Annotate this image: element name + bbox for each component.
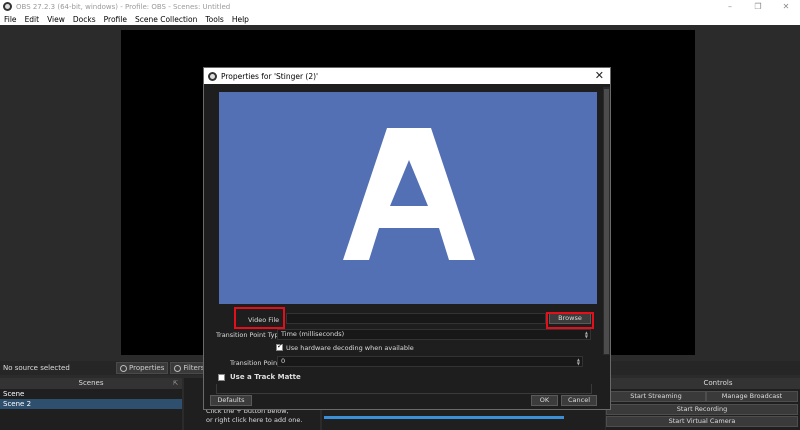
menu-help[interactable]: Help	[228, 15, 253, 24]
transition-point-label: Transition Point	[230, 359, 280, 367]
cancel-button[interactable]: Cancel	[561, 395, 597, 406]
menu-edit[interactable]: Edit	[21, 15, 44, 24]
properties-button[interactable]: Properties	[116, 362, 169, 374]
transition-point-type-value: Time (milliseconds)	[281, 330, 345, 338]
sources-hint-line: or right click here to add one.	[206, 416, 303, 424]
preview-letter-a-graphic	[343, 128, 475, 260]
hw-decoding-label: Use hardware decoding when available	[286, 344, 414, 352]
controls-dock-header: Controls	[606, 378, 800, 389]
window-title: OBS 27.2.3 (64-bit, windows) - Profile: …	[16, 2, 231, 11]
dialog-titlebar: Properties for 'Stinger (2)' ✕	[204, 68, 610, 84]
manage-broadcast-button[interactable]: Manage Broadcast	[706, 391, 798, 402]
hw-decoding-checkbox[interactable]	[276, 342, 283, 351]
minimize-icon[interactable]: –	[716, 0, 744, 13]
stinger-preview: A	[219, 92, 597, 304]
scenes-header-label: Scenes	[78, 379, 104, 387]
menu-profile[interactable]: Profile	[100, 15, 131, 24]
start-virtual-camera-button[interactable]: Start Virtual Camera	[606, 416, 798, 427]
track-matte-label: Use a Track Matte	[230, 373, 301, 381]
ok-button[interactable]: OK	[531, 395, 558, 406]
video-file-highlight	[234, 307, 285, 329]
dialog-title: Properties for 'Stinger (2)'	[221, 71, 319, 81]
source-status: No source selected	[3, 364, 70, 372]
start-recording-button[interactable]: Start Recording	[606, 404, 798, 415]
dropdown-arrow-icon: ▲ ▼	[584, 330, 588, 339]
obs-logo-icon	[3, 2, 12, 11]
close-icon[interactable]: ✕	[595, 69, 604, 82]
scenes-dock: Scenes ⇱ Scene Scene 2	[0, 378, 182, 430]
menu-tools[interactable]: Tools	[201, 15, 227, 24]
track-matte-checkbox[interactable]	[218, 374, 225, 381]
obs-logo-icon	[208, 71, 217, 81]
close-window-icon[interactable]: ✕	[772, 0, 800, 13]
menubar: File Edit View Docks Profile Scene Colle…	[0, 13, 800, 25]
menu-docks[interactable]: Docks	[69, 15, 100, 24]
controls-header-label: Controls	[703, 379, 733, 387]
properties-dialog: Properties for 'Stinger (2)' ✕ A Video F…	[203, 67, 611, 410]
volume-meter[interactable]	[324, 416, 564, 419]
window-controls: – ❐ ✕	[716, 0, 800, 13]
transition-point-value: 0	[281, 357, 286, 365]
menu-scene-collection[interactable]: Scene Collection	[131, 15, 201, 24]
video-file-input[interactable]	[286, 313, 546, 324]
scrollbar-thumb[interactable]	[604, 89, 609, 354]
start-streaming-button[interactable]: Start Streaming	[606, 391, 706, 402]
scenes-dock-header: Scenes ⇱	[0, 378, 182, 389]
menu-file[interactable]: File	[0, 15, 21, 24]
dialog-scrollbar[interactable]	[603, 87, 610, 355]
track-matte-group	[216, 384, 592, 394]
controls-dock: Controls Start Streaming Manage Broadcas…	[606, 378, 800, 430]
transition-point-input[interactable]: 0 ▲ ▼	[277, 356, 583, 367]
filter-icon	[174, 364, 182, 372]
defaults-button[interactable]: Defaults	[210, 395, 252, 406]
menu-view[interactable]: View	[43, 15, 69, 24]
properties-label: Properties	[129, 364, 165, 372]
transition-point-type-select[interactable]: Time (milliseconds) ▲ ▼	[277, 329, 591, 340]
browse-highlight	[546, 312, 594, 329]
dock-undock-icon[interactable]: ⇱	[173, 378, 178, 389]
gear-icon	[120, 364, 127, 372]
transition-point-type-label: Transition Point Type	[216, 331, 283, 339]
spinner-arrows-icon[interactable]: ▲ ▼	[577, 358, 580, 366]
scene-item[interactable]: Scene 2	[0, 399, 182, 409]
scene-item[interactable]: Scene	[0, 389, 182, 399]
filters-label: Filters	[183, 364, 205, 372]
window-titlebar: OBS 27.2.3 (64-bit, windows) - Profile: …	[0, 0, 800, 13]
restore-icon[interactable]: ❐	[744, 0, 772, 13]
